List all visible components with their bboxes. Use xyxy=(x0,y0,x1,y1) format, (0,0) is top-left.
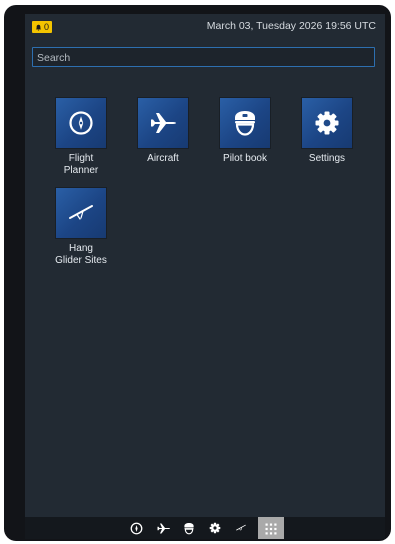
app-label: Flight Planner xyxy=(63,153,99,176)
app-aircraft[interactable]: Aircraft xyxy=(123,98,203,165)
app-grid-icon xyxy=(265,523,277,534)
app-label: Pilot book xyxy=(223,153,267,164)
dock-hang-glider-sites[interactable] xyxy=(233,520,249,536)
flight-planner-tile[interactable] xyxy=(56,98,106,148)
bell-icon xyxy=(35,24,42,31)
app-hang-glider-sites[interactable]: Hang Glider Sites xyxy=(41,188,121,267)
app-pilot-book[interactable]: Pilot book xyxy=(205,98,285,165)
app-label: Aircraft xyxy=(147,153,179,164)
gear-icon xyxy=(315,111,339,135)
settings-tile[interactable] xyxy=(302,98,352,148)
dock-pilot-book[interactable] xyxy=(181,520,197,536)
hang-glider-icon xyxy=(236,524,246,531)
pilot-cap-icon xyxy=(235,111,255,136)
app-label: Settings xyxy=(308,153,346,164)
hang-glider-icon xyxy=(69,205,93,220)
airplane-icon xyxy=(151,113,176,133)
search-box[interactable] xyxy=(32,47,375,67)
dock-app-grid-button[interactable] xyxy=(258,517,284,539)
status-bar: 0 March 03, Tuesday 2026 19:56 UTC xyxy=(25,14,385,40)
datetime-label: March 03, Tuesday 2026 19:56 UTC xyxy=(206,20,376,32)
alert-badge[interactable]: 0 xyxy=(32,21,53,33)
pilot-cap-icon xyxy=(184,522,194,534)
gear-icon xyxy=(209,522,221,534)
airplane-icon xyxy=(157,523,170,533)
bottom-dock xyxy=(25,517,385,539)
hang-glider-tile[interactable] xyxy=(56,188,106,238)
device-frame: 0 March 03, Tuesday 2026 19:56 UTC Fligh… xyxy=(4,5,391,541)
dock-flight-planner[interactable] xyxy=(128,520,144,536)
app-label: Hang Glider Sites xyxy=(55,243,107,266)
compass-icon xyxy=(130,522,142,534)
aircraft-tile[interactable] xyxy=(138,98,188,148)
app-flight-planner[interactable]: Flight Planner xyxy=(41,98,121,177)
dock-aircraft[interactable] xyxy=(155,520,171,536)
pilot-book-tile[interactable] xyxy=(220,98,270,148)
dock-settings[interactable] xyxy=(207,520,223,536)
search-input[interactable] xyxy=(33,49,374,67)
app-settings[interactable]: Settings xyxy=(287,98,367,165)
alert-count: 0 xyxy=(44,22,50,32)
compass-icon xyxy=(69,111,93,135)
home-screen: 0 March 03, Tuesday 2026 19:56 UTC Fligh… xyxy=(25,14,385,539)
